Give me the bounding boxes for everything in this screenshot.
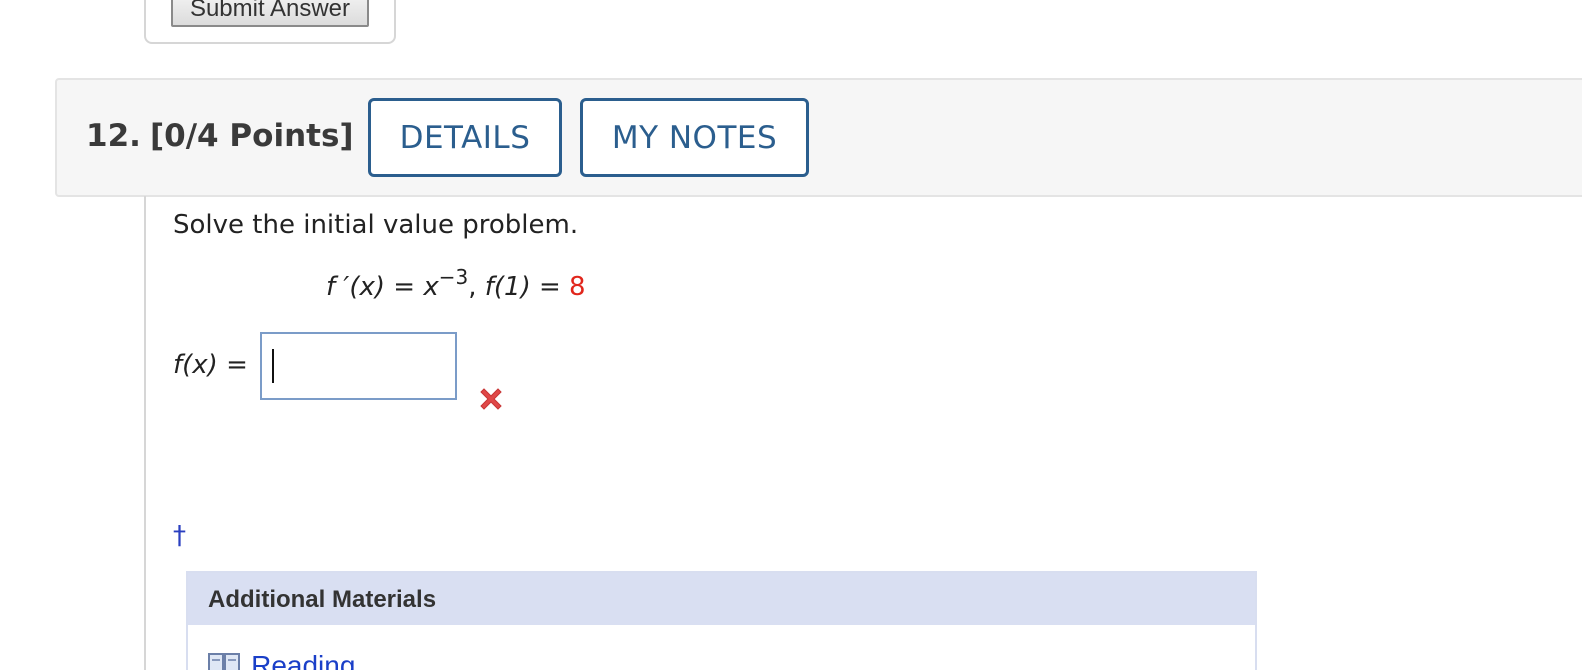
answer-input[interactable]	[260, 332, 457, 400]
submit-answer-button[interactable]: Submit Answer	[171, 0, 369, 27]
webassign-page: Submit Answer 12. [0/4 Points] DETAILS M…	[0, 0, 1582, 670]
book-icon	[208, 653, 240, 670]
initial-condition-value: 8	[569, 272, 586, 302]
question-prompt: Solve the initial value problem.	[173, 210, 579, 240]
equation-exponent: −3	[438, 265, 469, 289]
question-number: 12.	[86, 118, 141, 154]
initial-condition-function: f(1)	[484, 272, 531, 302]
equation-base: x	[423, 272, 439, 302]
derivative-function: f ′(x)	[326, 272, 385, 302]
answer-equals: =	[217, 350, 248, 380]
additional-materials-title: Additional Materials	[188, 573, 1255, 625]
question-body-divider	[144, 196, 146, 670]
equals-sign: =	[385, 272, 424, 302]
problem-equation: f ′(x) = x−3, f(1) = 8	[326, 267, 586, 302]
footnote-dagger[interactable]: †	[173, 521, 186, 551]
materials-item-reading[interactable]: Reading	[208, 651, 355, 670]
equation-comma: ,	[468, 272, 485, 302]
reading-link[interactable]: Reading	[251, 650, 355, 670]
additional-materials-panel: Additional Materials Reading	[186, 571, 1257, 670]
question-points: [0/4 Points]	[150, 118, 354, 154]
answer-label: f(x) =	[173, 350, 248, 380]
incorrect-x-icon	[480, 388, 502, 410]
answer-function-label: f(x)	[173, 350, 218, 380]
details-button[interactable]: DETAILS	[368, 98, 562, 177]
my-notes-button[interactable]: MY NOTES	[580, 98, 809, 177]
equals-sign: =	[530, 272, 570, 302]
text-caret	[272, 349, 274, 383]
